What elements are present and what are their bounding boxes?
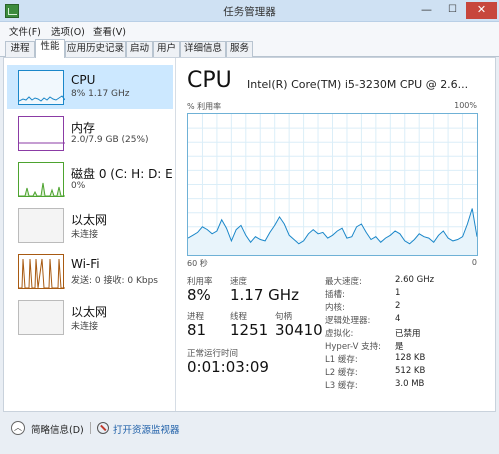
sidebar-detail-ethernet-2: 未连接 xyxy=(71,322,99,332)
tab-performance[interactable]: 性能 xyxy=(35,39,65,58)
sockets-label: 插槽: xyxy=(325,290,345,300)
tab-users[interactable]: 用户 xyxy=(153,41,180,57)
l2-cache-label: L2 缓存: xyxy=(325,368,358,378)
l1-cache-label: L1 缓存: xyxy=(325,355,358,365)
minimize-button[interactable]: — xyxy=(414,2,439,19)
menu-view[interactable]: 查看(V) xyxy=(93,24,126,38)
tab-app-history[interactable]: 应用历史记录 xyxy=(65,41,126,57)
sidebar-detail-ethernet-1: 未连接 xyxy=(71,230,99,240)
sidebar-item-cpu[interactable]: CPU 8% 1.17 GHz xyxy=(7,65,173,109)
graph-time-axis-start: 60 秒 xyxy=(187,259,208,268)
graph-grid xyxy=(188,114,477,255)
cpu-detail-pane: CPU Intel(R) Core(TM) i5-3230M CPU @ 2.6… xyxy=(184,58,494,411)
menu-options[interactable]: 选项(O) xyxy=(51,24,85,38)
close-button[interactable]: ✕ xyxy=(466,2,497,19)
logical-processors-label: 逻辑处理器: xyxy=(325,316,371,326)
footer-bar: ︿ 简略信息(D) 打开资源监视器 xyxy=(0,412,499,454)
sidebar-name-ethernet-2: 以太网 xyxy=(71,305,108,319)
l1-cache-value: 128 KB xyxy=(395,353,426,363)
l2-cache-value: 512 KB xyxy=(395,366,426,376)
performance-panel: CPU 8% 1.17 GHz 内存 2.0/7.9 GB (25%) 磁盘 0… xyxy=(3,57,496,412)
cpu-utilization-graph xyxy=(187,113,478,256)
logical-processors-value: 4 xyxy=(395,314,401,324)
hyperv-support-label: Hyper-V 支持: xyxy=(325,342,381,352)
wifi-thumbnail-graph xyxy=(18,254,65,289)
tab-details[interactable]: 详细信息 xyxy=(180,41,226,57)
tab-processes[interactable]: 进程 xyxy=(5,41,35,57)
chevron-up-icon[interactable]: ︿ xyxy=(11,421,25,435)
title-bar: 任务管理器 — ☐ ✕ xyxy=(0,0,499,22)
ethernet-thumbnail-graph xyxy=(18,208,64,243)
sidebar-detail-wifi: 发送: 0 接收: 0 Kbps xyxy=(71,276,158,286)
sidebar-name-cpu: CPU xyxy=(71,73,96,87)
l3-cache-value: 3.0 MB xyxy=(395,379,425,389)
fewer-details-button[interactable]: 简略信息(D) xyxy=(31,422,84,436)
sidebar-name-ethernet-1: 以太网 xyxy=(71,213,108,227)
threads-value: 1251 xyxy=(230,321,269,339)
memory-thumbnail-graph xyxy=(18,116,65,151)
cpu-graph-svg xyxy=(188,114,477,255)
sidebar-name-wifi: Wi-Fi xyxy=(71,257,100,271)
menu-bar: 文件(F) 选项(O) 查看(V) xyxy=(0,22,499,39)
processes-value: 81 xyxy=(187,321,207,339)
tab-startup[interactable]: 启动 xyxy=(126,41,153,57)
open-resource-monitor-link[interactable]: 打开资源监视器 xyxy=(113,422,180,436)
sidebar-item-disk[interactable]: 磁盘 0 (C: H: D: E 0% xyxy=(7,157,173,201)
cores-label: 内核: xyxy=(325,303,345,313)
max-speed-label: 最大速度: xyxy=(325,277,362,287)
ethernet-2-thumbnail-graph xyxy=(18,300,64,335)
resource-sidebar: CPU 8% 1.17 GHz 内存 2.0/7.9 GB (25%) 磁盘 0… xyxy=(4,58,176,411)
graph-max-label: 100% xyxy=(454,101,477,110)
handles-value: 30410 xyxy=(275,321,323,339)
utilization-value: 8% xyxy=(187,286,211,304)
sidebar-detail-memory: 2.0/7.9 GB (25%) xyxy=(71,135,149,145)
tab-services[interactable]: 服务 xyxy=(226,41,253,57)
cpu-model-name: Intel(R) Core(TM) i5-3230M CPU @ 2.6... xyxy=(247,78,469,91)
cpu-heading: CPU xyxy=(187,68,232,93)
sidebar-item-wifi[interactable]: Wi-Fi 发送: 0 接收: 0 Kbps xyxy=(7,249,173,293)
footer-divider xyxy=(90,422,91,434)
sidebar-item-memory[interactable]: 内存 2.0/7.9 GB (25%) xyxy=(7,111,173,155)
max-speed-value: 2.60 GHz xyxy=(395,275,435,285)
maximize-button[interactable]: ☐ xyxy=(440,2,465,19)
cores-value: 2 xyxy=(395,301,401,311)
disk-thumbnail-graph xyxy=(18,162,65,197)
uptime-value: 0:01:03:09 xyxy=(187,358,269,376)
tab-bar: 进程 性能 应用历史记录 启动 用户 详细信息 服务 xyxy=(0,39,499,58)
sockets-value: 1 xyxy=(395,288,401,298)
resource-monitor-icon xyxy=(97,422,109,434)
sidebar-name-disk: 磁盘 0 (C: H: D: E xyxy=(71,167,173,181)
virtualization-label: 虚拟化: xyxy=(325,329,354,339)
sidebar-name-memory: 内存 xyxy=(71,121,96,135)
hyperv-support-value: 是 xyxy=(395,342,404,352)
graph-utilization-label: % 利用率 xyxy=(187,102,222,111)
sidebar-item-ethernet-2[interactable]: 以太网 未连接 xyxy=(7,295,173,339)
sidebar-detail-cpu: 8% 1.17 GHz xyxy=(71,89,130,99)
sidebar-detail-disk: 0% xyxy=(71,181,86,191)
cpu-thumbnail-graph xyxy=(18,70,65,105)
menu-file[interactable]: 文件(F) xyxy=(9,24,41,38)
sidebar-item-ethernet-1[interactable]: 以太网 未连接 xyxy=(7,203,173,247)
l3-cache-label: L3 缓存: xyxy=(325,381,358,391)
virtualization-value: 已禁用 xyxy=(395,329,421,339)
speed-value: 1.17 GHz xyxy=(230,286,299,304)
graph-time-axis-end: 0 xyxy=(471,258,477,267)
